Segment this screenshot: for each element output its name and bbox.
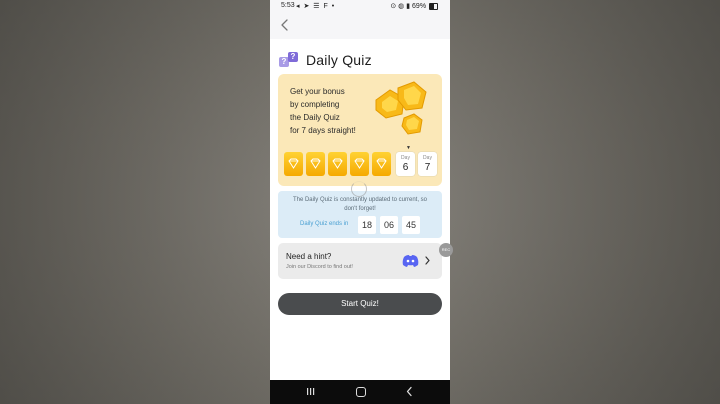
days-progress-row: ▼ Day 6 Day 7 — [284, 145, 440, 178]
day-label: Day — [401, 155, 410, 161]
phone-screen: 5:53 ◂ ➤ ☰ F • ⊙ ◍ ▮ 69% ? ? Daily Quiz … — [270, 0, 450, 404]
info-text: The Daily Quiz is constantly updated to … — [292, 197, 428, 212]
diamond-icon — [332, 158, 343, 169]
status-time: 5:53 — [281, 2, 295, 9]
loading-spinner-icon — [351, 181, 367, 197]
hint-title: Need a hint? — [286, 252, 332, 261]
discord-icon — [402, 255, 419, 267]
status-icons: ⊙ ◍ ▮ — [390, 3, 411, 10]
day-completed — [372, 152, 391, 176]
system-nav-bar — [270, 380, 450, 404]
countdown-timer: Daily Quiz ends in 18 06 45 — [278, 216, 442, 234]
day-label: Day — [423, 155, 432, 161]
day-number: 7 — [424, 162, 431, 173]
diamond-icon — [288, 158, 299, 169]
day-number: 6 — [402, 162, 409, 173]
background-blur-left — [0, 0, 270, 404]
day-completed — [284, 152, 303, 176]
diamond-icon — [376, 158, 387, 169]
timer-label: Daily Quiz ends in — [300, 221, 349, 227]
timer-seconds: 45 — [402, 216, 420, 234]
hint-subtitle: Join our Discord to find out! — [286, 264, 353, 270]
start-quiz-button[interactable]: Start Quiz! — [278, 293, 442, 315]
bonus-card: Get your bonus by completing the Daily Q… — [278, 74, 442, 186]
day-completed — [328, 152, 347, 176]
current-day-marker: ▼ — [406, 145, 411, 151]
main-content: ? ? Daily Quiz Get your bonus by complet… — [270, 39, 450, 380]
timer-minutes: 06 — [380, 216, 398, 234]
chevron-right-icon — [425, 256, 430, 265]
title-row: ? ? Daily Quiz — [279, 51, 372, 69]
info-card: The Daily Quiz is constantly updated to … — [278, 191, 442, 238]
diamond-icon — [354, 158, 365, 169]
day-completed — [350, 152, 369, 176]
recent-apps-icon[interactable] — [306, 387, 315, 396]
back-arrow-icon[interactable] — [279, 18, 291, 32]
bonus-line: by completing — [290, 100, 340, 109]
battery-percent: 69% — [412, 3, 427, 10]
nav-back-icon[interactable] — [406, 386, 413, 397]
screen-recorder-bubble[interactable]: REC — [439, 243, 453, 257]
home-icon[interactable] — [356, 387, 366, 397]
status-bar: 5:53 ◂ ➤ ☰ F • ⊙ ◍ ▮ 69% — [270, 0, 450, 13]
app-bar — [270, 13, 450, 39]
quiz-dice-icon: ? ? — [279, 52, 301, 68]
bonus-line: the Daily Quiz — [290, 113, 340, 122]
timer-hours: 18 — [358, 216, 376, 234]
bonus-line: Get your bonus — [290, 87, 345, 96]
day-completed — [306, 152, 325, 176]
notification-icons: ◂ ➤ ☰ F • — [296, 3, 336, 10]
background-blur-right — [450, 0, 720, 404]
diamond-icon — [310, 158, 321, 169]
day-7-box: Day 7 — [418, 152, 437, 176]
bonus-line: for 7 days straight! — [290, 126, 356, 135]
bonus-description: Get your bonus by completing the Daily Q… — [290, 85, 382, 137]
day-6-box: Day 6 — [396, 152, 415, 176]
page-title: Daily Quiz — [306, 52, 372, 68]
battery-icon — [429, 2, 438, 10]
hint-card[interactable]: Need a hint? Join our Discord to find ou… — [278, 243, 442, 279]
status-right: ⊙ ◍ ▮ 69% — [390, 2, 438, 10]
gems-illustration-icon — [375, 81, 427, 135]
